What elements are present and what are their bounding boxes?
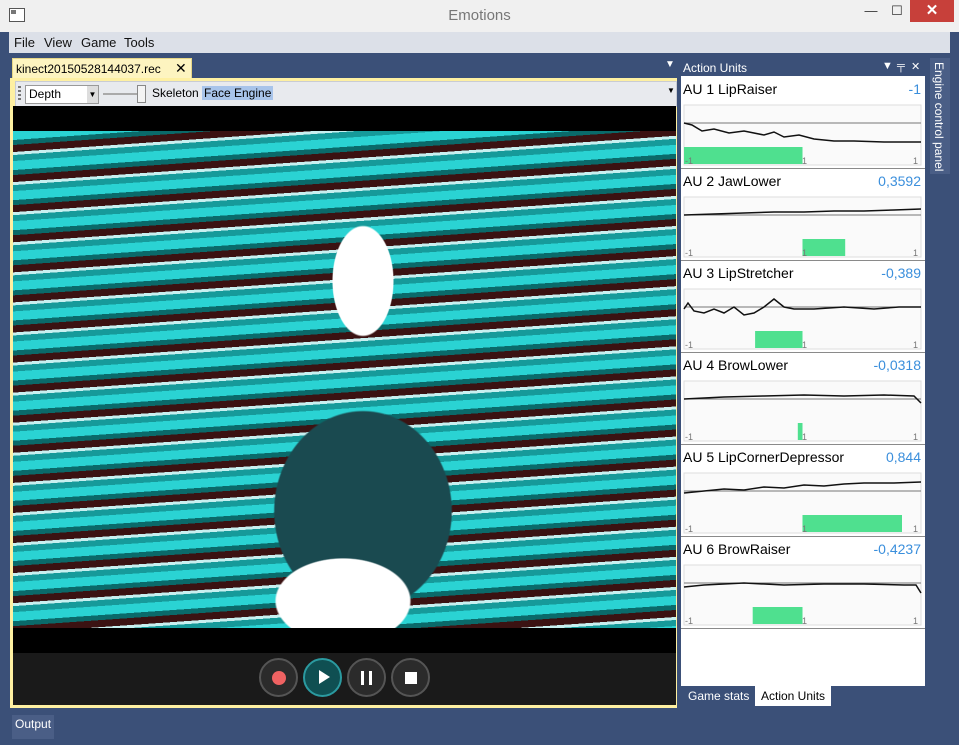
action-unit-value: 0,844 (885, 449, 921, 465)
action-unit-chart: -1 1 1 (683, 104, 922, 166)
action-unit-value: -0,4237 (873, 541, 921, 557)
action-units-panel: Action Units ▼ ╤ ✕ AU 1 LipRaiser -1 -1 1 1 A… (680, 58, 928, 708)
action-unit-row: AU 3 LipStretcher -0,389 -1 1 1 (681, 260, 925, 353)
toolbar-grip-icon[interactable] (18, 86, 21, 101)
pause-icon-bar (369, 671, 372, 685)
action-unit-value: -0,0318 (873, 357, 921, 373)
play-button[interactable] (303, 658, 342, 697)
view-mode-value: Depth (29, 87, 62, 101)
action-unit-chart: -1 1 1 (683, 380, 922, 442)
face-toggle[interactable]: Face (202, 86, 233, 100)
skeleton-toggle[interactable]: Skeleton (150, 86, 201, 100)
action-units-list: AU 1 LipRaiser -1 -1 1 1 AU 2 JawLower 0,3592 -… (681, 76, 925, 686)
axis-tick-label: 1 (802, 340, 807, 350)
axis-tick-label: 1 (913, 248, 918, 258)
stop-icon (405, 672, 417, 684)
action-unit-label: AU 5 LipCornerDepressor (683, 449, 845, 465)
axis-tick-label: 1 (802, 524, 807, 534)
intensity-bar (752, 607, 803, 624)
axis-tick-label: 1 (802, 432, 807, 442)
intensity-bar (802, 515, 902, 532)
action-unit-chart: -1 1 1 (683, 288, 922, 350)
axis-tick-label: 1 (913, 524, 918, 534)
pause-button[interactable] (347, 658, 386, 697)
pause-icon (361, 671, 364, 685)
menu-view[interactable]: View (44, 35, 72, 50)
axis-tick-label: -1 (685, 248, 693, 258)
minimize-button[interactable]: — (858, 0, 884, 22)
output-tab[interactable]: Output (12, 715, 55, 739)
axis-tick-label: 1 (913, 616, 918, 626)
view-mode-select[interactable]: Depth ▼ (25, 85, 99, 104)
action-units-header: Action Units ▼ ╤ ✕ (680, 59, 925, 76)
action-unit-value: -1 (908, 81, 921, 97)
intensity-bar (684, 147, 803, 164)
pin-icon[interactable]: ╤ (897, 60, 905, 72)
menu-bar: File View Game Tools (9, 32, 950, 53)
action-unit-chart: -1 1 1 (683, 472, 922, 534)
close-tab-icon[interactable]: ✕ (175, 60, 187, 77)
axis-tick-label: -1 (685, 340, 693, 350)
close-panel-icon[interactable]: ✕ (911, 60, 920, 73)
depth-viewer (13, 106, 676, 653)
action-unit-label: AU 1 LipRaiser (683, 81, 778, 97)
main-window: Emotions — ☐ ✕ File View Game Tools kine… (0, 0, 959, 745)
action-unit-chart: -1 1 1 (683, 196, 922, 258)
axis-tick-label: 1 (913, 156, 918, 166)
document-tab-label: kinect20150528144037.rec (16, 62, 161, 76)
panel-menu-icon[interactable]: ▼ (882, 60, 893, 72)
engine-control-panel-tab[interactable]: Engine control panel (930, 58, 950, 174)
axis-tick-label: -1 (685, 432, 693, 442)
intensity-bar (802, 239, 846, 256)
action-unit-label: AU 6 BrowRaiser (683, 541, 791, 557)
action-units-title: Action Units (683, 61, 748, 75)
axis-tick-label: -1 (685, 616, 693, 626)
title-bar: Emotions — ☐ ✕ (0, 0, 959, 32)
record-icon (272, 671, 286, 685)
window-title: Emotions (448, 7, 511, 24)
maximize-button[interactable]: ☐ (884, 0, 910, 22)
action-unit-label: AU 2 JawLower (683, 173, 782, 189)
action-unit-value: -0,389 (881, 265, 921, 281)
chevron-down-icon[interactable]: ▼ (87, 86, 98, 103)
action-unit-row: AU 1 LipRaiser -1 -1 1 1 (681, 76, 925, 169)
transport-bar (13, 653, 676, 705)
axis-tick-label: -1 (685, 156, 693, 166)
tab-game-stats[interactable]: Game stats (682, 686, 755, 706)
engine-toggle[interactable]: Engine (232, 86, 274, 100)
document-pane: kinect20150528144037.rec ✕ ▼ Depth ▼ Ske… (10, 56, 677, 708)
menu-file[interactable]: File (14, 35, 35, 50)
intensity-bar (755, 331, 803, 348)
depth-slider-thumb[interactable] (137, 85, 146, 103)
axis-tick-label: 1 (913, 432, 918, 442)
axis-tick-label: 1 (802, 248, 807, 258)
stop-button[interactable] (391, 658, 430, 697)
menu-tools[interactable]: Tools (124, 35, 154, 50)
depth-image (13, 131, 676, 628)
engine-control-panel-label: Engine control panel (932, 62, 946, 172)
action-unit-value: 0,3592 (878, 173, 921, 189)
menu-game[interactable]: Game (81, 35, 116, 50)
viewer-toolbar: Depth ▼ Skeleton Face Engine ▼ (15, 81, 677, 107)
document-tab[interactable]: kinect20150528144037.rec ✕ (12, 58, 192, 80)
document-list-icon[interactable]: ▼ (665, 59, 675, 70)
axis-tick-label: 1 (802, 156, 807, 166)
axis-tick-label: 1 (802, 616, 807, 626)
axis-tick-label: 1 (913, 340, 918, 350)
action-unit-row: AU 5 LipCornerDepressor 0,844 -1 1 1 (681, 444, 925, 537)
document-frame: Depth ▼ Skeleton Face Engine ▼ (10, 78, 677, 708)
action-unit-row: AU 2 JawLower 0,3592 -1 1 1 (681, 168, 925, 261)
action-unit-label: AU 4 BrowLower (683, 357, 789, 373)
panel-tabs: Game stats Action Units (680, 686, 928, 708)
play-icon (319, 670, 330, 684)
action-unit-row: AU 6 BrowRaiser -0,4237 -1 1 1 (681, 536, 925, 629)
record-button[interactable] (259, 658, 298, 697)
action-unit-row: AU 4 BrowLower -0,0318 -1 1 1 (681, 352, 925, 445)
close-button[interactable]: ✕ (910, 0, 954, 22)
toolbar-overflow-icon[interactable]: ▼ (667, 86, 675, 95)
action-unit-label: AU 3 LipStretcher (683, 265, 794, 281)
tab-action-units[interactable]: Action Units (755, 686, 832, 706)
action-unit-chart: -1 1 1 (683, 564, 922, 626)
axis-tick-label: -1 (685, 524, 693, 534)
